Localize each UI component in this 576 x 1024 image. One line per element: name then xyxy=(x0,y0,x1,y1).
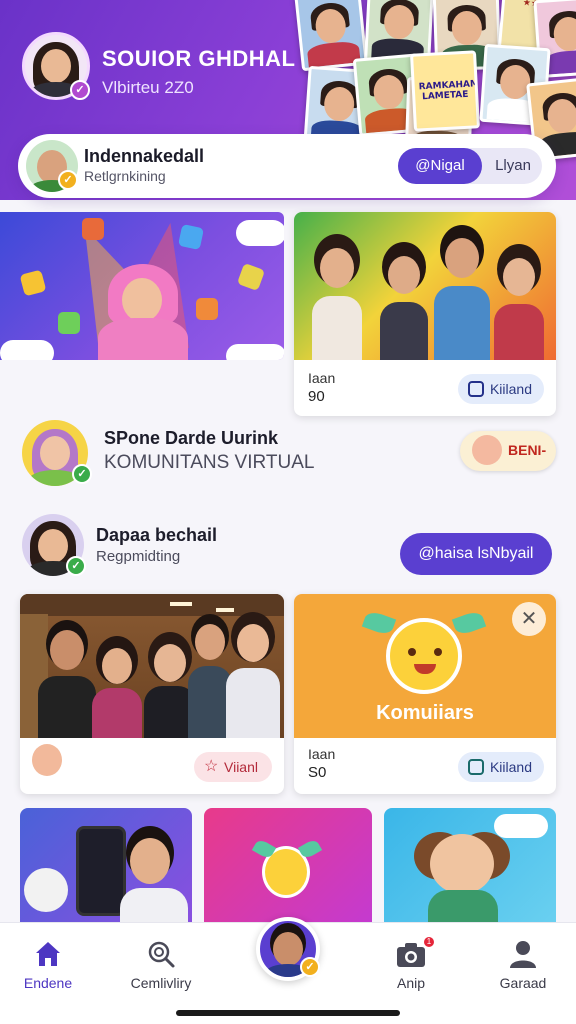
kiiland-button[interactable]: Kiiland xyxy=(457,374,544,404)
cartoon-character xyxy=(430,834,494,894)
segment-active[interactable]: @Nigal xyxy=(398,148,482,184)
bottom-navigation: Endene Cemlivliry ✓ 1 Anip Garaad xyxy=(0,917,576,1024)
verified-badge-icon: ✓ xyxy=(72,464,92,484)
user-card[interactable]: ✓ Indennakedall Retlgrnkining @Nigal Lly… xyxy=(18,134,556,198)
community-title[interactable]: SPone Darde Uurink xyxy=(104,428,278,449)
promo-illustration: Komuiiars ✕ xyxy=(294,594,556,738)
verified-badge-icon: ✓ xyxy=(70,80,90,100)
smiley-mascot-icon xyxy=(386,618,462,694)
search-icon xyxy=(148,941,175,968)
card-value: 90 xyxy=(308,388,325,405)
kiiland-button-label: Kiiland xyxy=(489,381,532,397)
nav-home-label: Endene xyxy=(23,975,73,991)
home-icon xyxy=(36,942,60,966)
nav-community-label: Cemlivliry xyxy=(130,975,192,991)
card-label: Iaan xyxy=(308,370,336,386)
home-indicator xyxy=(176,1010,400,1016)
poster-text: RAMKAHAM LAMETAE xyxy=(418,79,480,103)
group-photo xyxy=(20,594,284,738)
mascot-icon xyxy=(472,435,502,465)
card-label: Iaan xyxy=(308,746,336,762)
collage-poster: RAMKAHAM LAMETAE xyxy=(410,50,480,132)
kiiland-button[interactable]: Kiiland xyxy=(457,752,544,782)
nav-account[interactable]: Garaad xyxy=(478,933,568,993)
nav-account-label: Garaad xyxy=(499,975,547,991)
bear-mascot-icon xyxy=(24,868,68,912)
kiiland-button-label: Kiiland xyxy=(489,759,532,775)
viianl-button[interactable]: ☆ Viianl xyxy=(194,752,272,782)
phone-illustration xyxy=(76,826,126,916)
nav-app[interactable]: 1 Anip xyxy=(366,933,456,993)
nav-home[interactable]: Endene xyxy=(3,933,93,993)
profile-subtitle: Vlbirteu 2Z0 xyxy=(102,78,194,97)
star-icon: ☆ xyxy=(204,758,219,775)
face-emoji-icon xyxy=(32,744,62,776)
viianl-button-label: Viianl xyxy=(224,759,258,775)
feature-card[interactable]: Iaan 90 Kiiland xyxy=(294,212,556,416)
chat-icon xyxy=(467,759,484,775)
verified-badge-icon: ✓ xyxy=(66,556,86,576)
user-subtitle: Retlgrnkining xyxy=(84,168,166,184)
community-promo-card[interactable]: Komuiiars ✕ Iaan S0 Kiiland xyxy=(294,594,556,794)
photo-card[interactable]: ☆ Viianl xyxy=(20,594,284,794)
content-tile[interactable] xyxy=(20,808,192,924)
segment-inactive[interactable]: Llyan xyxy=(484,148,542,184)
nav-community[interactable]: Cemlivliry xyxy=(116,933,206,993)
chat-icon xyxy=(467,381,484,397)
close-icon[interactable]: ✕ xyxy=(512,602,546,636)
nav-app-label: Anip xyxy=(396,975,426,991)
verified-badge-icon: ✓ xyxy=(300,957,320,977)
segmented-control: @Nigal Llyan xyxy=(398,148,542,184)
app-screen: ★★★ RAMKAHAM LAMETAE ✓ SOUIOR GHDHAL Vlb… xyxy=(0,0,576,1024)
notification-badge: 1 xyxy=(422,935,436,949)
group-photo xyxy=(294,212,556,360)
beni-badge[interactable]: BENI- xyxy=(460,431,556,471)
community-subtitle: KOMUNITANS VIRTUAL xyxy=(104,452,315,473)
community-subtitle: Regpmidting xyxy=(96,548,181,565)
beni-badge-label: BENI- xyxy=(508,442,547,458)
user-name: Indennakedall xyxy=(84,146,205,166)
verified-badge-icon: ✓ xyxy=(58,170,78,190)
featured-banner[interactable] xyxy=(0,212,284,360)
person-icon xyxy=(510,941,536,968)
promo-title: Komuiiars xyxy=(376,702,474,724)
content-tile[interactable] xyxy=(384,808,556,924)
community-title[interactable]: Dapaa bechail xyxy=(96,525,217,546)
card-value: S0 xyxy=(308,764,327,781)
profile-name: SOUIOR GHDHAL xyxy=(102,46,296,71)
join-community-button[interactable]: @haisa lsNbyail xyxy=(400,533,552,575)
content-tile[interactable] xyxy=(204,808,372,924)
